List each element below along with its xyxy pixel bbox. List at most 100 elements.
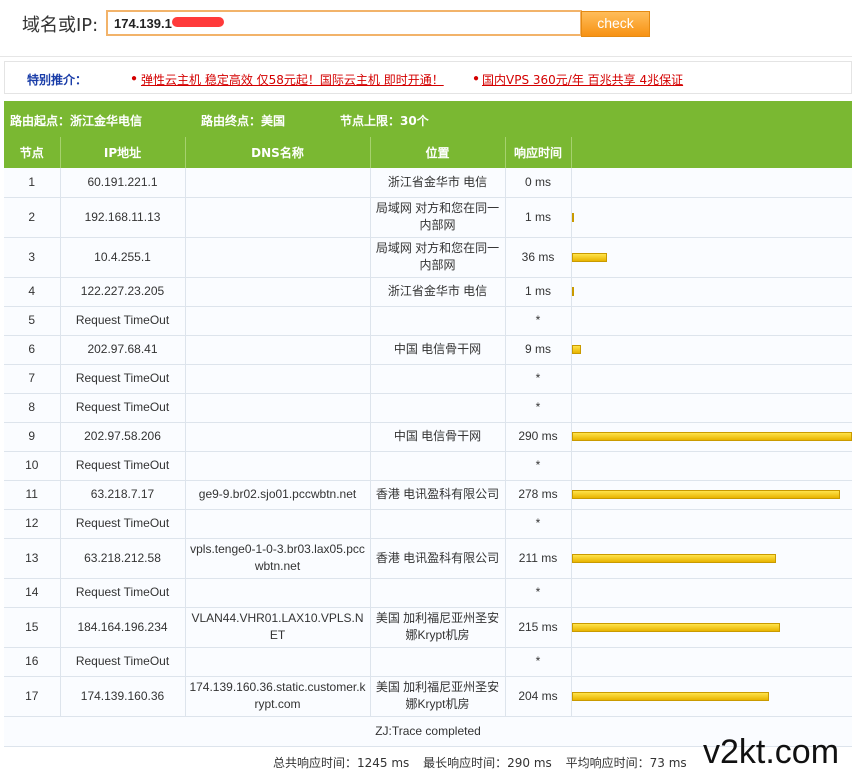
dns-cell xyxy=(185,451,371,481)
ip-cell: 202.97.68.41 xyxy=(60,335,186,365)
time-cell: 36 ms xyxy=(505,237,572,278)
dns-cell xyxy=(185,364,371,394)
ip-cell: 184.164.196.234 xyxy=(60,607,186,648)
latency-bar-cell xyxy=(571,676,852,717)
avg-time: 平均响应时间：73 ms xyxy=(565,756,687,770)
hop-cell: 4 xyxy=(4,277,61,307)
location-cell: 香港 电讯盈科有限公司 xyxy=(370,480,506,510)
location-cell: 美国 加利福尼亚州圣安娜Krypt机房 xyxy=(370,676,506,717)
time-cell: 204 ms xyxy=(505,676,572,717)
hop-cell: 8 xyxy=(4,393,61,423)
location-cell xyxy=(370,364,506,394)
table-row: 7 Request TimeOut * xyxy=(4,364,852,394)
location-cell: 浙江省金华市 电信 xyxy=(370,168,506,198)
time-cell: 278 ms xyxy=(505,480,572,510)
hop-cell: 16 xyxy=(4,647,61,677)
hop-cell: 5 xyxy=(4,306,61,336)
table-row: 2 192.168.11.13 局域网 对方和您在同一内部网 1 ms xyxy=(4,197,852,238)
query-bar: 域名或IP: check xyxy=(0,0,852,57)
latency-bar-cell xyxy=(571,277,852,307)
latency-bar xyxy=(571,287,574,296)
hop-cell: 1 xyxy=(4,168,61,198)
promo-label: 特别推介： xyxy=(27,73,88,87)
col-header-bar xyxy=(571,137,852,168)
ip-cell: 174.139.160.36 xyxy=(60,676,186,717)
location-cell: 中国 电信骨干网 xyxy=(370,335,506,365)
location-cell: 美国 加利福尼亚州圣安娜Krypt机房 xyxy=(370,607,506,648)
route-start: 路由起点：浙江金华电信 xyxy=(10,114,143,128)
latency-bar-cell xyxy=(571,168,852,198)
ip-cell: Request TimeOut xyxy=(60,364,186,394)
ip-cell: 63.218.7.17 xyxy=(60,480,186,510)
dns-cell xyxy=(185,168,371,198)
dns-cell xyxy=(185,335,371,365)
location-cell xyxy=(370,509,506,539)
total-time: 总共响应时间：1245 ms xyxy=(273,756,410,770)
latency-bar-cell xyxy=(571,647,852,677)
time-cell: * xyxy=(505,647,572,677)
dns-cell xyxy=(185,647,371,677)
latency-bar xyxy=(571,212,574,222)
hop-cell: 14 xyxy=(4,578,61,608)
hop-cell: 11 xyxy=(4,480,61,510)
latency-bar xyxy=(571,432,852,441)
ip-cell: 202.97.58.206 xyxy=(60,422,186,452)
latency-bar-cell xyxy=(571,393,852,423)
promo-link-cloud[interactable]: 弹性云主机 稳定高效 仅58元起！国际云主机 即时开通！ xyxy=(141,71,444,88)
latency-bar-cell xyxy=(571,451,852,481)
hop-cell: 15 xyxy=(4,607,61,648)
location-cell: 香港 电讯盈科有限公司 xyxy=(370,538,506,579)
location-cell: 局域网 对方和您在同一内部网 xyxy=(370,197,506,238)
latency-bar xyxy=(571,553,776,563)
latency-bar-cell xyxy=(571,607,852,648)
ip-cell: 122.227.23.205 xyxy=(60,277,186,307)
latency-bar xyxy=(571,252,607,262)
time-cell: 0 ms xyxy=(505,168,572,198)
hop-cell: 12 xyxy=(4,509,61,539)
latency-bar-cell xyxy=(571,364,852,394)
check-button[interactable]: check xyxy=(581,11,650,37)
dns-cell: VLAN44.VHR01.LAX10.VPLS.NET xyxy=(185,607,371,648)
table-row: 17 174.139.160.36 174.139.160.36.static.cu… xyxy=(4,676,852,717)
latency-bar xyxy=(571,691,769,701)
promo-link-vps[interactable]: 国内VPS 360元/年 百兆共享 4兆保证 xyxy=(482,71,683,88)
dns-cell xyxy=(185,277,371,307)
time-cell: 215 ms xyxy=(505,607,572,648)
latency-bar xyxy=(571,490,840,499)
dns-cell: vpls.tenge0-1-0-3.br03.lax05.pccwbtn.net xyxy=(185,538,371,579)
latency-bar xyxy=(571,622,780,632)
redaction-mark xyxy=(172,17,224,27)
col-header-hop: 节点 xyxy=(4,137,61,168)
table-row: 12 Request TimeOut * xyxy=(4,509,852,539)
hop-limit: 节点上限：30个 xyxy=(340,114,429,128)
ip-cell: Request TimeOut xyxy=(60,509,186,539)
time-cell: 9 ms xyxy=(505,335,572,365)
location-cell: 浙江省金华市 电信 xyxy=(370,277,506,307)
latency-bar-cell xyxy=(571,480,852,510)
dns-cell xyxy=(185,578,371,608)
watermark: v2kt.com xyxy=(703,733,840,771)
dns-cell xyxy=(185,393,371,423)
table-row: 5 Request TimeOut * xyxy=(4,306,852,336)
latency-bar-cell xyxy=(571,509,852,539)
table-header-row: 节点 IP地址 DNS名称 位置 响应时间 xyxy=(4,137,852,168)
time-cell: * xyxy=(505,509,572,539)
time-cell: 290 ms xyxy=(505,422,572,452)
hop-cell: 9 xyxy=(4,422,61,452)
latency-bar xyxy=(571,345,581,354)
dns-cell: ge9-9.br02.sjo01.pccwbtn.net xyxy=(185,480,371,510)
location-cell: 中国 电信骨干网 xyxy=(370,422,506,452)
latency-bar-cell xyxy=(571,335,852,365)
promo-bar: 特别推介： ● 弹性云主机 稳定高效 仅58元起！国际云主机 即时开通！ ● 国… xyxy=(4,61,852,94)
table-row: 15 184.164.196.234 VLAN44.VHR01.LAX10.VPLS… xyxy=(4,607,852,648)
ip-cell: Request TimeOut xyxy=(60,647,186,677)
location-cell xyxy=(370,393,506,423)
bullet-icon: ● xyxy=(131,73,138,84)
table-row: 14 Request TimeOut * xyxy=(4,578,852,608)
hop-cell: 13 xyxy=(4,538,61,579)
table-row: 3 10.4.255.1 局域网 对方和您在同一内部网 36 ms xyxy=(4,237,852,278)
ip-cell: Request TimeOut xyxy=(60,393,186,423)
dns-cell xyxy=(185,509,371,539)
location-cell xyxy=(370,578,506,608)
ip-cell: 10.4.255.1 xyxy=(60,237,186,278)
